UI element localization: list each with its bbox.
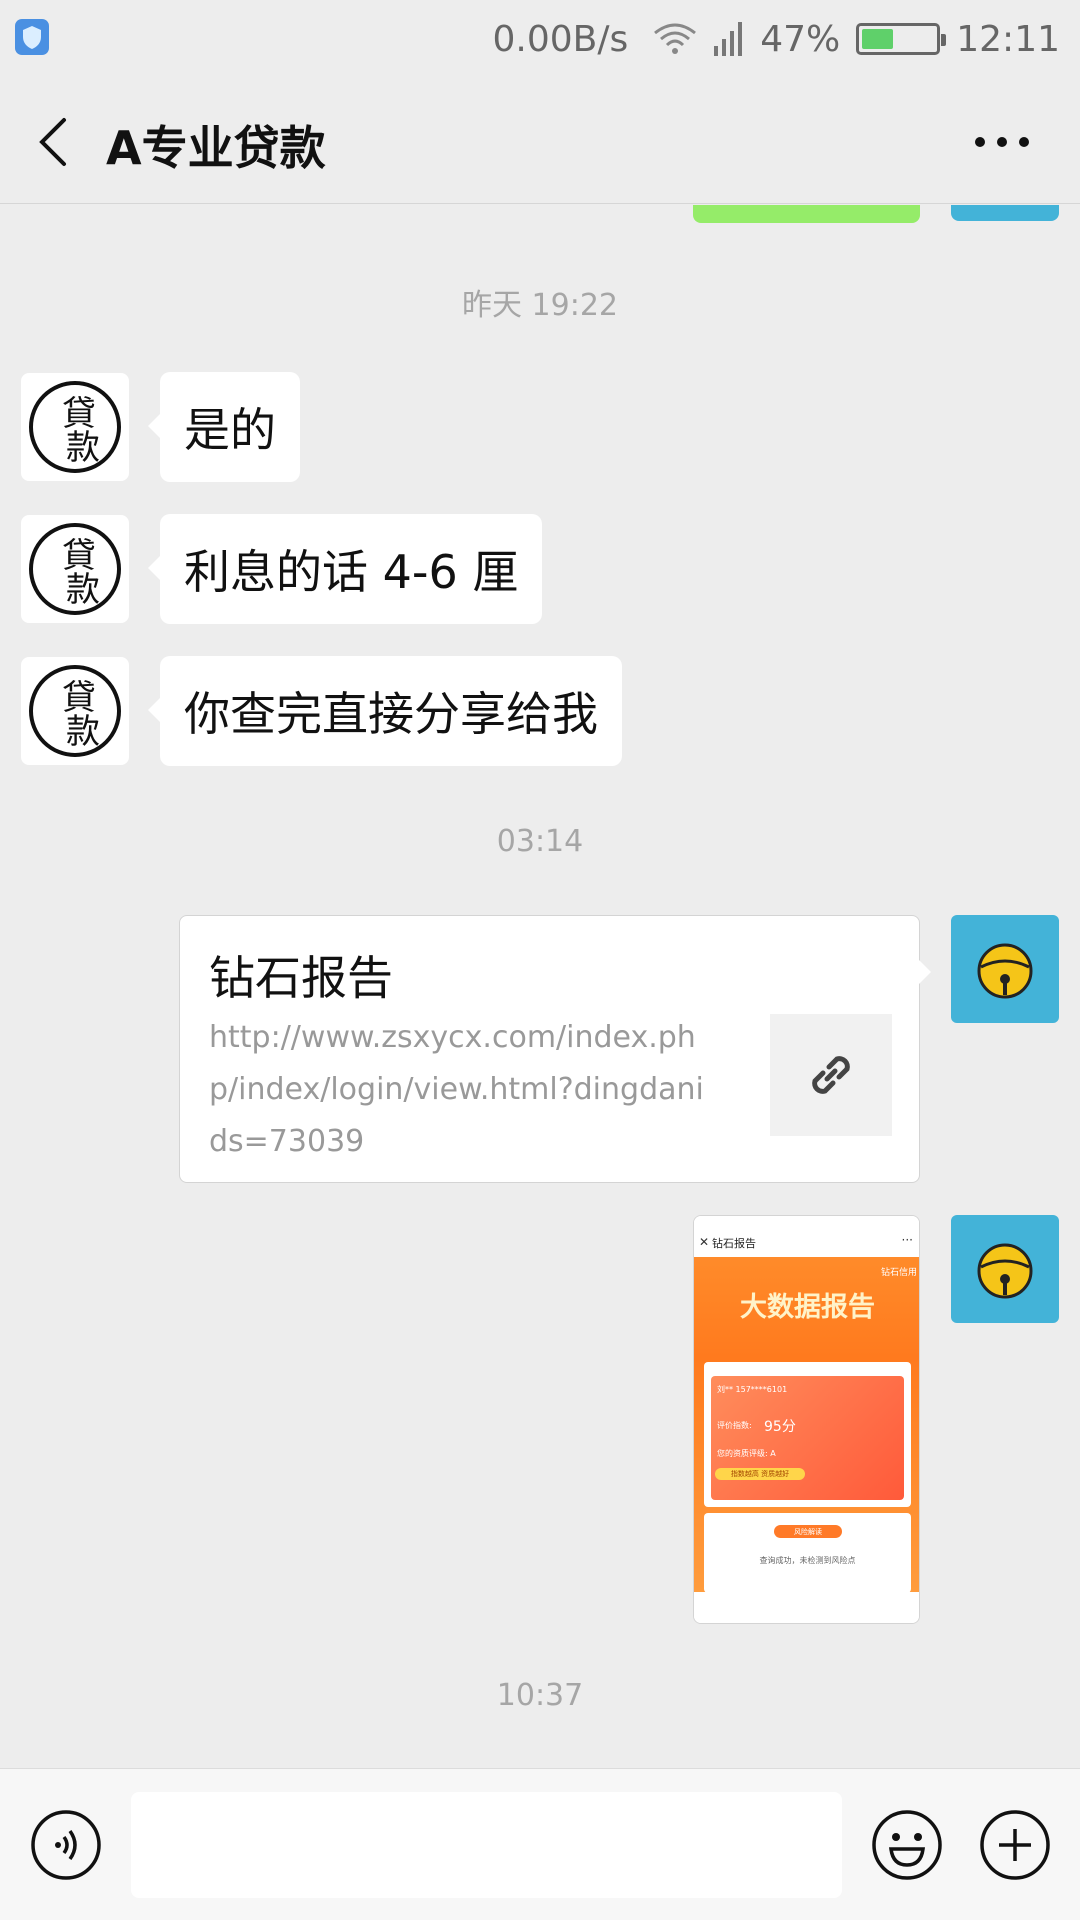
contact-avatar[interactable]: 貸 款 bbox=[21, 515, 129, 623]
close-icon: ✕ bbox=[699, 1235, 710, 1249]
contact-avatar[interactable]: 貸 款 bbox=[21, 373, 129, 481]
link-title: 钻石报告 bbox=[209, 951, 393, 1005]
screenshot-brand: 钻石信用 bbox=[880, 1268, 917, 1278]
signal-icon bbox=[714, 22, 743, 56]
loan-seal-icon: 貸 款 bbox=[29, 381, 121, 473]
battery-level bbox=[862, 29, 893, 49]
plus-icon[interactable] bbox=[979, 1809, 1051, 1881]
message-list[interactable]: 昨天 19:22 貸 款 是的 貸 款 利息的话 4-6 厘 貸 款 你查完直接… bbox=[0, 205, 1080, 1769]
timestamp: 03:14 bbox=[496, 824, 584, 859]
battery-icon bbox=[856, 23, 947, 55]
screenshot-heading: 大数据报告 bbox=[740, 1292, 875, 1323]
screenshot-title-bar: ✕ 钻石报告 ··· bbox=[694, 1229, 919, 1257]
status-time: 12:11 bbox=[956, 18, 1060, 60]
screenshot-score-card: 刘** 157****6101 评价指数: 95分 您的资质评级: A 指数越高… bbox=[704, 1362, 911, 1507]
message-bubble[interactable]: 是的 bbox=[148, 372, 300, 482]
bell-icon bbox=[977, 943, 1033, 999]
chevron-left-icon[interactable] bbox=[34, 116, 74, 168]
timestamp: 10:37 bbox=[496, 1678, 584, 1713]
link-card[interactable]: 钻石报告 http://www.zsxycx.com/index.php/ind… bbox=[179, 915, 931, 1183]
svg-text:款: 款 bbox=[66, 712, 100, 752]
self-avatar[interactable] bbox=[951, 1215, 1059, 1323]
previous-message-bubble[interactable] bbox=[693, 205, 920, 223]
link-icon bbox=[812, 1056, 850, 1094]
voice-icon[interactable] bbox=[30, 1809, 102, 1881]
screenshot-risk-card: 风险解读 查询成功，未检测到风险点 bbox=[704, 1513, 911, 1593]
message-input[interactable] bbox=[131, 1792, 842, 1898]
more-dots-icon[interactable] bbox=[974, 136, 1030, 148]
svg-text:款: 款 bbox=[66, 428, 100, 468]
screenshot-page-title: 钻石报告 bbox=[712, 1237, 756, 1250]
self-avatar[interactable] bbox=[951, 915, 1059, 1023]
network-speed: 0.00B/s bbox=[492, 18, 629, 60]
chat-header: A专业贷款 bbox=[0, 78, 1080, 204]
screenshot-grade: 您的资质评级: A bbox=[717, 1449, 776, 1458]
timestamp: 昨天 19:22 bbox=[462, 288, 618, 323]
chat-title: A专业贷款 bbox=[106, 121, 326, 175]
screenshot-footer bbox=[694, 1592, 919, 1623]
status-bar: 0.00B/s 47% 12:11 bbox=[0, 0, 1080, 78]
screenshot-hint-button: 指数越高 资质越好 bbox=[715, 1468, 805, 1480]
link-url: http://www.zsxycx.com/index.php/index/lo… bbox=[209, 1020, 704, 1159]
loan-seal-icon: 貸 款 bbox=[29, 665, 121, 757]
chat-input-bar bbox=[0, 1768, 1080, 1920]
screenshot-score: 95分 bbox=[764, 1419, 796, 1435]
more-dots-icon: ··· bbox=[901, 1233, 913, 1247]
previous-avatar[interactable] bbox=[951, 205, 1059, 221]
contact-avatar[interactable]: 貸 款 bbox=[21, 657, 129, 765]
loan-seal-icon: 貸 款 bbox=[29, 523, 121, 615]
screenshot-risk-pill: 风险解读 bbox=[774, 1525, 842, 1538]
emoji-icon[interactable] bbox=[871, 1809, 943, 1881]
svg-text:款: 款 bbox=[66, 570, 100, 610]
bell-icon bbox=[977, 1243, 1033, 1299]
report-screenshot-image[interactable]: ✕ 钻石报告 ··· 钻石信用 大数据报告 刘** 157****6101 评价… bbox=[693, 1215, 920, 1624]
screenshot-score-panel: 刘** 157****6101 评价指数: 95分 您的资质评级: A 指数越高… bbox=[711, 1376, 904, 1500]
message-bubble[interactable]: 你查完直接分享给我 bbox=[148, 656, 622, 766]
screenshot-score-label: 评价指数: bbox=[717, 1421, 752, 1430]
battery-percent: 47% bbox=[760, 18, 841, 60]
screenshot-report-body: 钻石信用 大数据报告 刘** 157****6101 评价指数: 95分 您的资… bbox=[694, 1257, 919, 1593]
screenshot-status-bar bbox=[694, 1216, 919, 1229]
screenshot-user-line: 刘** 157****6101 bbox=[717, 1385, 788, 1394]
wifi-icon bbox=[654, 23, 697, 54]
link-thumbnail bbox=[770, 1014, 892, 1136]
screenshot-risk-note: 查询成功，未检测到风险点 bbox=[759, 1556, 856, 1565]
shield-icon bbox=[15, 19, 49, 55]
message-bubble[interactable]: 利息的话 4-6 厘 bbox=[147, 514, 543, 624]
